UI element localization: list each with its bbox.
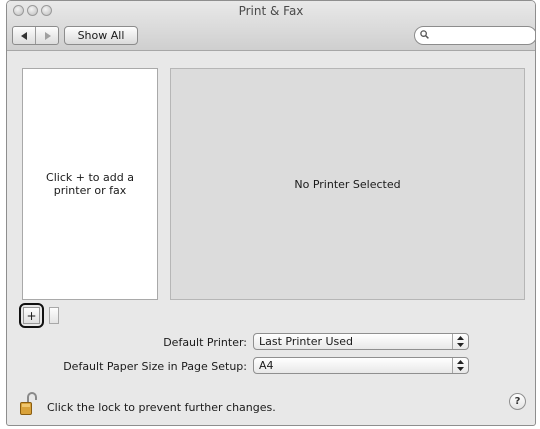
help-button[interactable]: ?	[509, 393, 526, 410]
lock-message: Click the lock to prevent further change…	[47, 401, 276, 414]
default-printer-value: Last Printer Used	[259, 335, 354, 348]
remove-printer-button[interactable]	[49, 307, 59, 324]
search-input[interactable]	[414, 26, 535, 45]
printer-detail-pane: No Printer Selected	[170, 68, 525, 300]
triangle-left-icon	[20, 31, 27, 40]
default-paper-size-popup[interactable]: A4	[253, 357, 469, 374]
show-all-button[interactable]: Show All	[64, 26, 138, 45]
back-forward-control	[12, 26, 59, 45]
add-printer-button[interactable]: +	[23, 307, 40, 324]
printer-list[interactable]: Click + to add a printer or fax	[22, 68, 158, 300]
default-paper-size-label: Default Paper Size in Page Setup:	[63, 360, 247, 373]
print-fax-window: Print & Fax Show All Click + to add a pr…	[6, 0, 536, 426]
titlebar: Print & Fax Show All	[7, 1, 535, 51]
triangle-right-icon	[44, 31, 51, 40]
forward-button[interactable]	[35, 27, 58, 44]
lock-icon[interactable]	[20, 392, 38, 415]
search-icon	[420, 30, 429, 39]
default-printer-popup[interactable]: Last Printer Used	[253, 333, 469, 350]
updown-arrows-icon	[452, 358, 468, 373]
updown-arrows-icon	[452, 334, 468, 349]
default-paper-size-value: A4	[259, 359, 274, 372]
window-title: Print & Fax	[238, 4, 304, 18]
printer-list-empty-message: Click + to add a printer or fax	[46, 171, 134, 197]
no-printer-message: No Printer Selected	[294, 177, 401, 191]
back-button[interactable]	[13, 27, 35, 44]
default-printer-label: Default Printer:	[163, 336, 247, 349]
